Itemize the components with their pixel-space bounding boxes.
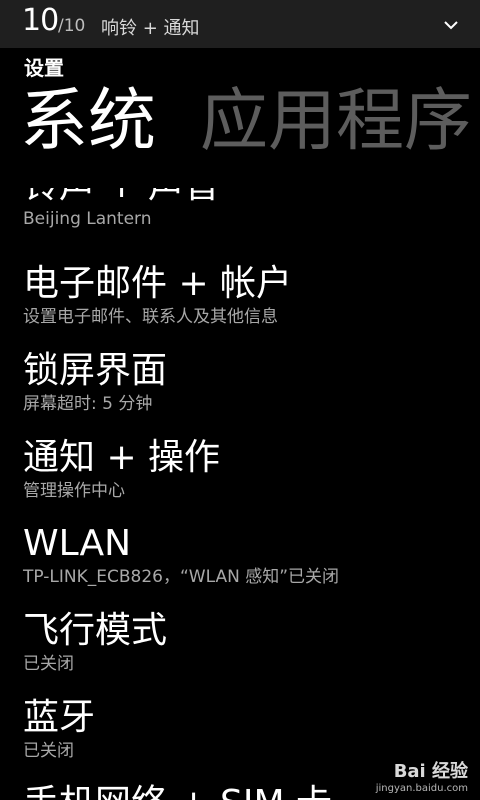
volume-status-bar[interactable]: 10 /10 响铃 + 通知 (0, 0, 480, 48)
volume-level: 10 (22, 3, 59, 38)
settings-item-subtitle: 设置电子邮件、联系人及其他信息 (23, 307, 278, 327)
ringer-mode-label[interactable]: 响铃 + 通知 (101, 14, 200, 40)
settings-item-title: 锁屏界面 (23, 350, 168, 391)
settings-item-email-accounts[interactable]: 电子邮件 + 帐户 设置电子邮件、联系人及其他信息 (23, 262, 292, 328)
settings-item-wlan[interactable]: WLAN TP-LINK_ECB826，“WLAN 感知”已关闭 (23, 522, 339, 588)
volume-max: /10 (58, 16, 86, 36)
settings-item-cellular[interactable]: 手机网络 + SIM 卡 (23, 782, 332, 800)
settings-item-bluetooth[interactable]: 蓝牙 已关闭 (23, 696, 95, 762)
pivot-header: 系统 应用程序 (0, 80, 480, 170)
settings-item-title: 电子邮件 + 帐户 (23, 263, 293, 304)
settings-item-subtitle: 屏幕超时: 5 分钟 (23, 394, 153, 414)
app-title: 设置 (24, 56, 64, 80)
pivot-tab-system[interactable]: 系统 (20, 80, 156, 164)
settings-item-subtitle: TP-LINK_ECB826，“WLAN 感知”已关闭 (23, 567, 340, 587)
baidu-watermark: Bai 经验 jingyan.baidu.com (376, 757, 468, 794)
watermark-url: jingyan.baidu.com (375, 783, 468, 794)
settings-item-subtitle: 已关闭 (23, 741, 74, 761)
settings-list: 铃声 + 声音 Beijing Lantern 电子邮件 + 帐户 设置电子邮件… (0, 188, 480, 800)
settings-item-title: 飞行模式 (23, 610, 168, 651)
settings-item-subtitle: 管理操作中心 (23, 481, 125, 501)
settings-item-title: WLAN (23, 523, 132, 564)
settings-item-title: 铃声 + 声音 (23, 188, 220, 208)
settings-item-airplane-mode[interactable]: 飞行模式 已关闭 (23, 609, 167, 675)
chevron-down-icon[interactable] (444, 18, 458, 32)
settings-item-title: 蓝牙 (23, 697, 96, 738)
watermark-brand: Bai 经验 (393, 761, 468, 782)
settings-item-notifications[interactable]: 通知 + 操作 管理操作中心 (23, 436, 220, 502)
settings-item-title: 手机网络 + SIM 卡 (23, 782, 332, 800)
settings-item-subtitle: Beijing Lantern (23, 209, 152, 229)
settings-item-lock-screen[interactable]: 锁屏界面 屏幕超时: 5 分钟 (23, 349, 167, 415)
settings-item-ringtones[interactable]: 铃声 + 声音 Beijing Lantern (23, 188, 220, 230)
settings-item-subtitle: 已关闭 (23, 654, 74, 674)
settings-item-title: 通知 + 操作 (23, 437, 221, 478)
pivot-tab-applications[interactable]: 应用程序 (200, 80, 472, 164)
